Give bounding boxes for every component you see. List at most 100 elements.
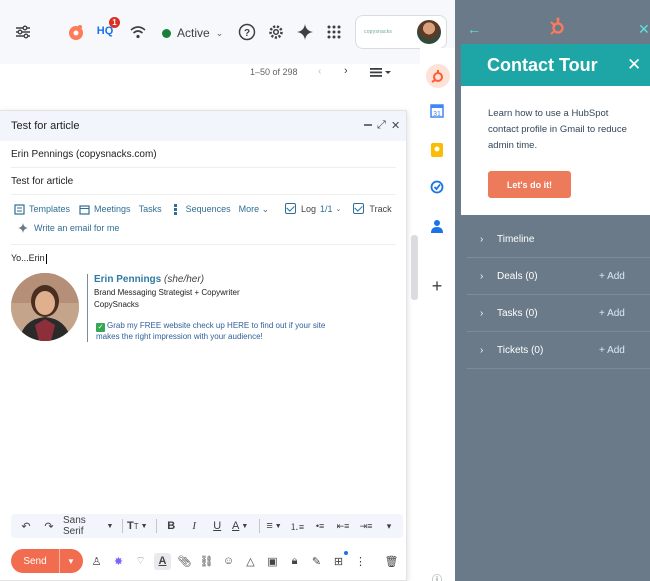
add-addon-icon[interactable]: + — [429, 276, 445, 296]
divider — [259, 519, 261, 533]
chevron-down-icon: ▼ — [106, 522, 114, 530]
email-body[interactable]: Yo...Erin — [11, 253, 47, 264]
hubspot-sidebar-panel: ← ✕ Contact Tour ✕ Learn how to use a Hu… — [455, 0, 650, 581]
signature-name: Erin Pennings (she/her) — [94, 274, 204, 285]
signature-pen-icon[interactable]: ✎ — [308, 553, 325, 570]
signature-role: Brand Messaging Strategist + Copywriter — [94, 288, 240, 297]
filter-icon[interactable] — [12, 21, 34, 43]
numbered-list-icon[interactable]: ⒈≡ — [288, 517, 306, 535]
minimize-icon[interactable] — [364, 117, 372, 130]
add-task-button[interactable]: + Add — [599, 308, 625, 319]
attach-icon[interactable]: 📎︎ — [176, 553, 193, 570]
confidential-lock-icon[interactable]: 🔒︎ — [286, 553, 303, 570]
templates-label: Templates — [29, 204, 71, 214]
photo-icon[interactable]: ▣ — [264, 553, 281, 570]
start-tour-button[interactable]: Let's do it! — [488, 171, 571, 198]
more-dropdown[interactable]: More ⌄ — [239, 204, 270, 215]
tasks-icon[interactable] — [429, 179, 445, 195]
account-switcher[interactable]: copysnacks — [355, 15, 447, 49]
close-icon[interactable]: ✕ — [638, 21, 650, 38]
redo-icon[interactable]: ↷ — [40, 517, 58, 535]
keep-icon[interactable] — [429, 142, 445, 158]
signature-pronouns: (she/her) — [164, 274, 205, 285]
link-icon[interactable]: ⛓︎ — [198, 553, 215, 570]
brand-logo: copysnacks — [364, 29, 393, 35]
svg-text:?: ? — [244, 28, 250, 39]
recipient-chip[interactable]: Erin Pennings (copysnacks.com) — [11, 149, 157, 160]
view-density-menu[interactable] — [370, 66, 396, 77]
calendar-icon[interactable]: 31 — [429, 103, 445, 119]
section-timeline[interactable]: › Timeline — [467, 221, 650, 258]
section-deals[interactable]: › Deals (0) + Add — [467, 258, 650, 295]
hubspot-extension-icon[interactable] — [66, 22, 86, 42]
italic-icon[interactable]: I — [185, 517, 203, 535]
apps-grid-icon[interactable] — [323, 21, 345, 43]
to-field[interactable]: Erin Pennings (copysnacks.com) — [11, 142, 396, 168]
back-arrow-icon[interactable]: ← — [467, 21, 481, 37]
signal-icon[interactable]: ⌔ — [132, 553, 149, 570]
more-formatting-icon[interactable]: ▾ — [380, 517, 398, 535]
info-icon[interactable]: ⓘ — [429, 570, 445, 581]
layouts-icon[interactable]: ⊞ — [330, 550, 348, 570]
contacts-icon[interactable] — [429, 218, 445, 234]
text-format-icon[interactable]: A — [154, 552, 171, 570]
trash-icon[interactable]: 🗑︎ — [383, 553, 400, 570]
align-icon[interactable]: ≡ ▼ — [265, 517, 283, 535]
hq-extension-icon[interactable]: HQ 1 — [92, 17, 120, 44]
log-track-controls: Log 1/1 ⌄ Track — [285, 203, 392, 214]
send-options-icon[interactable]: ▼ — [60, 557, 82, 566]
bold-icon[interactable]: B — [162, 517, 180, 535]
avatar[interactable] — [417, 20, 441, 44]
bulleted-list-icon[interactable]: •≡ — [311, 517, 329, 535]
add-deal-button[interactable]: + Add — [599, 271, 625, 282]
add-ticket-button[interactable]: + Add — [599, 345, 625, 356]
compose-header[interactable]: Test for article ⤢ ✕ — [0, 111, 406, 141]
status-dropdown[interactable]: Active ⌄ — [154, 19, 226, 47]
log-checkbox[interactable] — [285, 203, 296, 214]
underline-icon[interactable]: U — [208, 517, 226, 535]
indent-more-icon[interactable]: ⇥≡ — [357, 517, 375, 535]
wifi-icon[interactable] — [127, 22, 149, 42]
section-tickets[interactable]: › Tickets (0) + Add — [467, 332, 650, 369]
help-icon[interactable]: ? — [236, 21, 258, 43]
svg-text:31: 31 — [433, 111, 441, 118]
templates-button[interactable]: Templates — [13, 203, 70, 215]
meetings-button[interactable]: Meetings — [78, 203, 131, 215]
section-tasks[interactable]: › Tasks (0) + Add — [467, 295, 650, 332]
undo-icon[interactable]: ↶ — [17, 517, 35, 535]
text-color-icon[interactable]: A ▼ — [231, 517, 249, 535]
close-icon[interactable]: ✕ — [627, 55, 641, 75]
sparkle-icon[interactable] — [294, 21, 316, 43]
font-family-dropdown[interactable]: Sans Serif ▼ — [63, 515, 114, 537]
chevron-left-icon[interactable]: ‹ — [318, 66, 321, 77]
send-button[interactable]: Send ▼ — [11, 549, 83, 573]
font-size-icon[interactable]: T T ▼ — [127, 517, 148, 535]
hubspot-sidebar-icon[interactable] — [426, 64, 450, 88]
side-app-strip: 31 + ⓘ — [420, 48, 455, 581]
close-icon[interactable]: ✕ — [391, 119, 400, 132]
signature-cta-link[interactable]: ✓ Grab my FREE website check up HERE to f… — [96, 321, 346, 342]
expand-icon[interactable]: ⤢ — [377, 119, 386, 132]
log-count[interactable]: 1/1 — [320, 204, 333, 214]
chevron-down-icon[interactable]: ⌄ — [336, 205, 342, 213]
section-label: Tickets (0) — [497, 344, 544, 356]
hubspot-logo-icon — [549, 17, 567, 35]
chevron-right-icon[interactable]: › — [344, 65, 348, 77]
more-options-icon[interactable]: ⋮ — [352, 553, 369, 570]
tasks-button[interactable]: Tasks — [139, 204, 162, 214]
sequences-label: Sequences — [185, 204, 231, 214]
sequences-button[interactable]: Sequences — [170, 203, 231, 215]
schedule-icon[interactable]: ♙ — [88, 553, 105, 570]
indent-less-icon[interactable]: ⇤≡ — [334, 517, 352, 535]
track-checkbox[interactable] — [353, 203, 365, 214]
chevron-down-icon: ▼ — [274, 522, 282, 530]
gear-icon[interactable] — [265, 21, 287, 43]
drive-icon[interactable]: △ — [242, 553, 259, 570]
write-email-ai-button[interactable]: Write an email for me — [18, 223, 119, 233]
emoji-icon[interactable]: ☺ — [220, 553, 237, 570]
scrollbar[interactable] — [411, 235, 418, 300]
checkmark-icon: ✓ — [96, 323, 105, 332]
chevron-down-icon: ⌄ — [215, 27, 224, 38]
hubspot-sprocket-icon[interactable]: ✸ — [110, 553, 127, 570]
subject-field[interactable]: Test for article — [11, 169, 396, 195]
